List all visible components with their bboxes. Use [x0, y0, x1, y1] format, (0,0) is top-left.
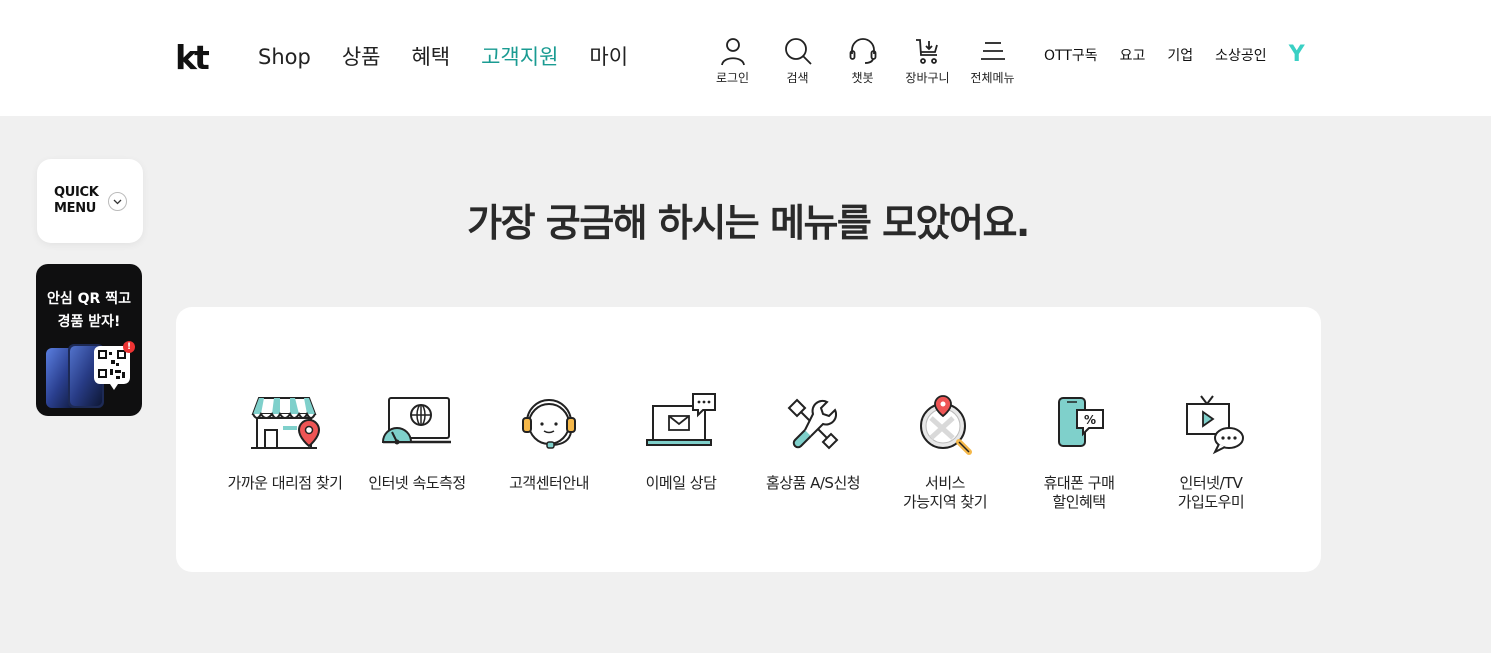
service-label-line1: 휴대폰 구매 — [1043, 474, 1115, 492]
kt-logo[interactable]: kt — [175, 41, 210, 74]
service-label: 인터넷/TV 가입도우미 — [1178, 474, 1245, 512]
service-label-line1: 서비스 — [925, 474, 965, 492]
service-label-line1: 인터넷/TV — [1179, 474, 1243, 492]
service-label: 가까운 대리점 찾기 — [227, 474, 343, 492]
login-label: 로그인 — [715, 71, 750, 85]
nav-benefits[interactable]: 혜택 — [411, 43, 450, 71]
yogo-link[interactable]: 요고 — [1120, 45, 1146, 65]
tools-icon — [787, 398, 839, 450]
person-icon — [720, 38, 745, 66]
service-email-consult[interactable]: 이메일 상담 — [616, 392, 746, 493]
login-button[interactable]: 로그인 — [700, 36, 765, 86]
search-label: 검색 — [786, 71, 809, 85]
service-store-finder[interactable]: 가까운 대리점 찾기 — [220, 392, 350, 493]
enterprise-link[interactable]: 기업 — [1167, 45, 1193, 65]
hamburger-menu-icon — [980, 42, 1005, 60]
chatbot-label: 챗봇 — [851, 71, 874, 85]
qr-banner-line1: 안심 QR 찍고 — [47, 291, 131, 307]
service-label: 홈상품 A/S신청 — [765, 474, 861, 492]
cart-label: 장바구니 — [905, 71, 950, 85]
service-phone-discount[interactable]: % 휴대폰 구매 할인혜택 — [1014, 392, 1144, 512]
utility-menu: 로그인 검색 챗봇 장바구니 전체메뉴 — [700, 36, 1025, 86]
small-business-link[interactable]: 소상공인 — [1215, 45, 1267, 65]
tv-chat-icon — [1186, 395, 1244, 455]
service-label: 이메일 상담 — [645, 474, 717, 492]
ott-link[interactable]: OTT구독 — [1044, 45, 1098, 65]
service-label-line2: 가능지역 찾기 — [902, 493, 988, 511]
service-internet-tv-helper[interactable]: 인터넷/TV 가입도우미 — [1146, 392, 1276, 512]
headset-agent-icon — [522, 399, 576, 449]
page-headline: 가장 궁금해 하시는 메뉴를 모았어요. — [467, 201, 1030, 245]
service-home-as[interactable]: 홈상품 A/S신청 — [748, 392, 878, 493]
all-menu-button[interactable]: 전체메뉴 — [960, 36, 1025, 86]
qr-badge: ! — [126, 342, 132, 352]
search-icon — [784, 38, 812, 65]
y-logo[interactable]: Y — [1289, 44, 1305, 66]
qr-banner-line2: 경품 받자! — [57, 314, 121, 330]
global-header: kt Shop 상품 혜택 고객지원 마이 로그인 검색 챗봇 장바구니 전체메… — [0, 0, 1491, 116]
search-button[interactable]: 검색 — [765, 36, 830, 86]
cart-button[interactable]: 장바구니 — [895, 36, 960, 86]
service-customer-center[interactable]: 고객센터안내 — [484, 392, 614, 493]
biz-links: OTT구독 요고 기업 소상공인 Y — [1044, 44, 1305, 66]
service-coverage-finder[interactable]: 서비스 가능지역 찾기 — [880, 392, 1010, 512]
main-nav: Shop 상품 혜택 고객지원 마이 — [258, 43, 659, 71]
cart-icon — [915, 39, 938, 64]
service-shortcuts-panel: 가까운 대리점 찾기 인터넷 속도측정 고객센터안내 이메일 상담 홈상품 A/… — [176, 307, 1321, 572]
service-label-line2: 가입도우미 — [1177, 493, 1245, 511]
phone-discount-icon: % — [1058, 397, 1104, 447]
nav-my[interactable]: 마이 — [589, 43, 628, 71]
service-label: 서비스 가능지역 찾기 — [902, 474, 988, 512]
nav-customer-support[interactable]: 고객지원 — [481, 43, 558, 71]
service-label-line2: 할인혜택 — [1052, 493, 1106, 511]
qr-event-banner[interactable]: 안심 QR 찍고 경품 받자! ! — [36, 264, 142, 416]
nav-shop[interactable]: Shop — [258, 43, 311, 71]
all-menu-label: 전체메뉴 — [970, 71, 1015, 85]
chatbot-button[interactable]: 챗봇 — [830, 36, 895, 86]
svg-text:%: % — [1084, 413, 1096, 427]
qr-banner-title: 안심 QR 찍고 경품 받자! — [36, 288, 142, 334]
coverage-map-icon — [920, 395, 972, 455]
store-location-icon — [251, 397, 321, 449]
nav-products[interactable]: 상품 — [342, 43, 381, 71]
service-speed-test[interactable]: 인터넷 속도측정 — [352, 392, 482, 493]
email-laptop-icon — [646, 393, 716, 446]
service-label: 인터넷 속도측정 — [368, 474, 466, 492]
speed-test-icon — [381, 397, 451, 445]
service-label: 휴대폰 구매 할인혜택 — [1044, 474, 1115, 512]
service-label: 고객센터안내 — [509, 474, 589, 492]
headset-icon — [849, 38, 876, 64]
